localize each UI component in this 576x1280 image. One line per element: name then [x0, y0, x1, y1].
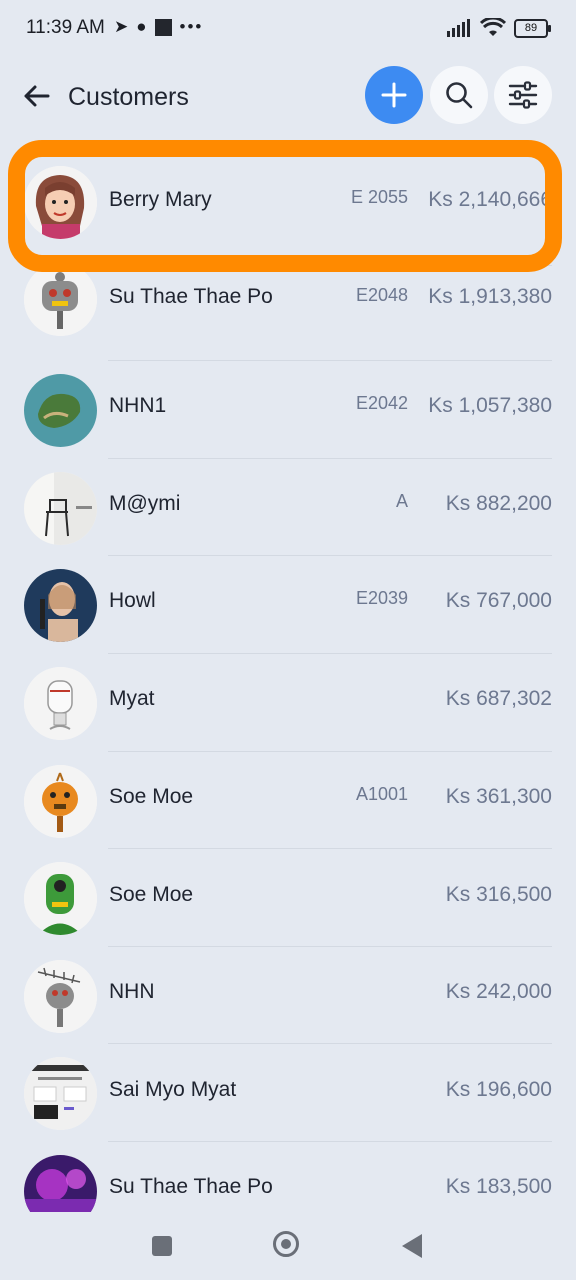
purple-photo-icon	[24, 1155, 97, 1212]
customer-row[interactable]: NHN1 E2042 Ks 1,057,380	[0, 360, 576, 458]
robot-icon	[24, 765, 97, 838]
avatar	[24, 862, 97, 935]
customer-amount: Ks 1,913,380	[428, 285, 552, 308]
customer-code: A1001	[355, 784, 408, 804]
divider	[108, 265, 552, 266]
customer-row[interactable]: Soe Moe Ks 316,500	[0, 848, 576, 946]
more-notifications-icon: •••	[179, 17, 204, 36]
customer-list[interactable]: Berry Mary E 2055 Ks 2,140,666 Su Thae T…	[0, 152, 576, 1212]
search-button[interactable]	[430, 66, 488, 124]
robot-icon	[24, 667, 97, 740]
customer-name: Berry Mary	[109, 188, 212, 211]
customer-row[interactable]: Su Thae Thae Po E2048 Ks 1,913,380	[0, 263, 576, 363]
avatar	[24, 263, 97, 336]
app-icon	[154, 18, 172, 36]
website-screenshot-icon	[24, 1057, 97, 1130]
app-header: Customers	[0, 62, 576, 132]
avatar	[24, 960, 97, 1033]
customer-code: A	[395, 491, 408, 511]
telegram-icon: ➤	[114, 17, 129, 36]
customer-amount: Ks 196,600	[445, 1078, 552, 1101]
customer-code: E2048	[355, 285, 408, 305]
recent-apps-button[interactable]	[152, 1236, 172, 1256]
signal-icon	[447, 19, 470, 37]
system-icons: 89	[446, 18, 551, 38]
divider	[108, 458, 552, 459]
customer-amount: Ks 361,300	[445, 785, 552, 808]
customer-row[interactable]: Berry Mary E 2055 Ks 2,140,666	[0, 152, 576, 250]
customer-name: Howl	[109, 589, 156, 612]
avatar	[24, 569, 97, 642]
arrow-left-icon	[24, 85, 50, 107]
filter-button[interactable]	[494, 66, 552, 124]
avatar	[24, 1155, 97, 1212]
avatar	[24, 765, 97, 838]
status-bar: 11:39 AM ➤ ● ••• 89	[0, 0, 576, 58]
chair-photo-icon	[24, 472, 97, 545]
system-nav-bar	[0, 1210, 576, 1280]
divider	[108, 751, 552, 752]
customer-amount: Ks 767,000	[445, 589, 552, 612]
search-icon	[446, 82, 473, 109]
battery-icon: 89	[514, 18, 551, 38]
customer-amount: Ks 316,500	[445, 883, 552, 906]
customer-name: NHN1	[109, 394, 167, 417]
page-title: Customers	[68, 83, 189, 111]
customer-code: E2039	[355, 588, 408, 608]
customer-amount: Ks 2,140,666	[428, 188, 552, 211]
notification-icons: ➤ ● •••	[114, 17, 203, 37]
customer-row[interactable]: Myat Ks 687,302	[0, 653, 576, 751]
customer-code: E 2055	[350, 187, 408, 207]
robot-icon	[24, 960, 97, 1033]
customer-row[interactable]: NHN Ks 242,000	[0, 946, 576, 1044]
plus-icon	[381, 82, 407, 108]
chat-icon: ●	[136, 17, 147, 36]
divider	[108, 653, 552, 654]
customer-amount: Ks 242,000	[445, 980, 552, 1003]
customer-row[interactable]: Su Thae Thae Po Ks 183,500	[0, 1141, 576, 1212]
divider	[108, 848, 552, 849]
robot-icon	[24, 862, 97, 935]
customer-name: Sai Myo Myat	[109, 1078, 237, 1101]
customer-name: Soe Moe	[109, 785, 194, 808]
divider	[108, 1141, 552, 1142]
customer-name: M@ymi	[109, 492, 181, 515]
avatar	[24, 166, 97, 239]
customer-name: Soe Moe	[109, 883, 194, 906]
customer-amount: Ks 1,057,380	[428, 394, 552, 417]
back-button[interactable]	[16, 76, 56, 116]
avatar	[24, 472, 97, 545]
avatar	[24, 374, 97, 447]
avatar	[24, 667, 97, 740]
woman-cartoon-icon	[24, 166, 97, 239]
customer-amount: Ks 183,500	[445, 1175, 552, 1198]
island-photo-icon	[24, 374, 97, 447]
customer-name: NHN	[109, 980, 155, 1003]
customer-code: E2042	[355, 393, 408, 413]
robot-icon	[24, 263, 97, 336]
divider	[108, 555, 552, 556]
customer-row[interactable]: Soe Moe A1001 Ks 361,300	[0, 751, 576, 849]
sliders-icon	[508, 81, 538, 109]
customer-row[interactable]: M@ymi A Ks 882,200	[0, 458, 576, 556]
divider	[108, 1043, 552, 1044]
woman-photo-icon	[24, 569, 97, 642]
status-time: 11:39 AM	[26, 17, 105, 38]
home-button[interactable]	[273, 1231, 299, 1257]
customer-amount: Ks 882,200	[445, 492, 552, 515]
customer-name: Su Thae Thae Po	[109, 285, 273, 308]
customer-name: Myat	[109, 687, 155, 710]
wifi-icon	[480, 18, 506, 36]
customer-amount: Ks 687,302	[445, 687, 552, 710]
avatar	[24, 1057, 97, 1130]
nav-back-button[interactable]	[402, 1234, 422, 1258]
customer-row[interactable]: Sai Myo Myat Ks 196,600	[0, 1043, 576, 1141]
customer-row[interactable]: Howl E2039 Ks 767,000	[0, 555, 576, 653]
add-customer-button[interactable]	[365, 66, 423, 124]
divider	[108, 946, 552, 947]
divider	[108, 360, 552, 361]
customer-name: Su Thae Thae Po	[109, 1175, 273, 1198]
